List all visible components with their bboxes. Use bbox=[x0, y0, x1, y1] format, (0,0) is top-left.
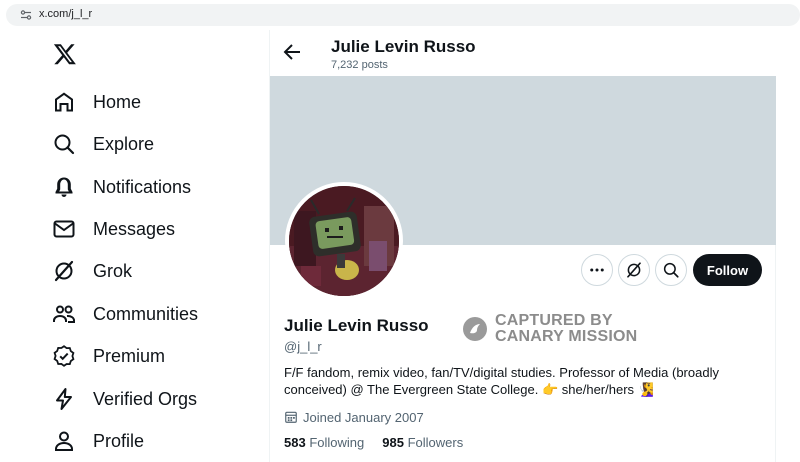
grok-profile-button[interactable] bbox=[618, 254, 650, 286]
profile-bio: F/F fandom, remix video, fan/TV/digital … bbox=[284, 364, 744, 398]
search-profile-button[interactable] bbox=[655, 254, 687, 286]
sidebar-item-label: Communities bbox=[93, 303, 199, 324]
sidebar-item-label: Messages bbox=[93, 218, 176, 239]
back-arrow-icon[interactable] bbox=[280, 40, 304, 64]
followers-label: Followers bbox=[407, 435, 464, 450]
url-text: x.com/j_l_r bbox=[39, 8, 93, 20]
browser-address-bar: x.com/j_l_r bbox=[0, 0, 800, 30]
sidebar-item-notifications[interactable]: Notifications bbox=[52, 169, 252, 205]
profile-handle: @j_l_r bbox=[284, 339, 322, 354]
joined-date: Joined January 2007 bbox=[284, 408, 424, 426]
followers-count: 985 bbox=[382, 435, 404, 450]
sidebar-item-label: Verified Orgs bbox=[93, 388, 198, 409]
people-icon bbox=[53, 305, 75, 323]
pointing-hand-emoji: 👉 bbox=[541, 382, 559, 397]
envelope-icon bbox=[53, 220, 75, 238]
canary-mission-logo-icon bbox=[463, 317, 487, 341]
header-post-count: 7,232 posts bbox=[331, 59, 388, 71]
profile-column: Julie Levin Russo 7,232 posts Follow Jul… bbox=[269, 30, 776, 462]
home-icon bbox=[55, 92, 73, 112]
x-logo-icon[interactable] bbox=[53, 42, 77, 66]
watermark: CAPTURED BY CANARY MISSION bbox=[462, 312, 642, 346]
joined-text: Joined January 2007 bbox=[303, 409, 424, 425]
search-icon bbox=[663, 262, 679, 278]
sidebar-item-communities[interactable]: Communities bbox=[52, 296, 252, 332]
watermark-line-2: CANARY MISSION bbox=[495, 328, 638, 345]
sidebar-item-label: Home bbox=[93, 91, 142, 112]
more-options-button[interactable] bbox=[581, 254, 613, 286]
following-count: 583 bbox=[284, 435, 306, 450]
bio-pronouns: she/her/hers bbox=[561, 382, 635, 397]
sidebar-item-messages[interactable]: Messages bbox=[52, 211, 252, 247]
profile-header-bar: Julie Levin Russo 7,232 posts bbox=[270, 30, 776, 76]
sidebar-item-label: Explore bbox=[93, 133, 155, 154]
deaf-person-emoji: 🧏‍♀️ bbox=[637, 382, 654, 397]
avatar[interactable] bbox=[285, 182, 403, 300]
sidebar-nav: Home Explore Notifications Messages Grok… bbox=[0, 30, 270, 462]
followers-link[interactable]: 985 Followers bbox=[382, 435, 463, 450]
sidebar-item-verified-orgs[interactable]: Verified Orgs bbox=[52, 381, 252, 417]
sidebar-item-label: Notifications bbox=[93, 176, 192, 197]
person-icon bbox=[55, 431, 73, 451]
sidebar-item-profile[interactable]: Profile bbox=[52, 423, 252, 459]
sidebar-item-label: Grok bbox=[93, 260, 133, 281]
sidebar-item-explore[interactable]: Explore bbox=[52, 126, 252, 162]
sidebar-item-label: Premium bbox=[93, 345, 166, 366]
sidebar-item-home[interactable]: Home bbox=[52, 84, 252, 120]
following-label: Following bbox=[309, 435, 365, 450]
avatar-image bbox=[289, 186, 399, 296]
sidebar-item-premium[interactable]: Premium bbox=[52, 338, 252, 374]
calendar-icon bbox=[285, 411, 297, 423]
bell-icon bbox=[55, 177, 73, 197]
follow-stats: 583 Following 985 Followers bbox=[284, 435, 481, 450]
grok-icon bbox=[54, 260, 74, 282]
url-field[interactable]: x.com/j_l_r bbox=[6, 4, 800, 26]
search-icon bbox=[54, 134, 75, 155]
following-link[interactable]: 583 Following bbox=[284, 435, 364, 450]
more-icon bbox=[590, 268, 604, 272]
header-display-name: Julie Levin Russo bbox=[331, 37, 476, 56]
site-settings-icon[interactable] bbox=[20, 10, 32, 20]
follow-button[interactable]: Follow bbox=[693, 254, 762, 286]
sidebar-item-grok[interactable]: Grok bbox=[52, 253, 252, 289]
grok-icon bbox=[627, 262, 641, 278]
premium-badge-icon bbox=[53, 345, 75, 367]
profile-display-name: Julie Levin Russo bbox=[284, 316, 429, 335]
sidebar-item-label: Profile bbox=[93, 430, 145, 451]
lightning-icon bbox=[56, 388, 72, 410]
